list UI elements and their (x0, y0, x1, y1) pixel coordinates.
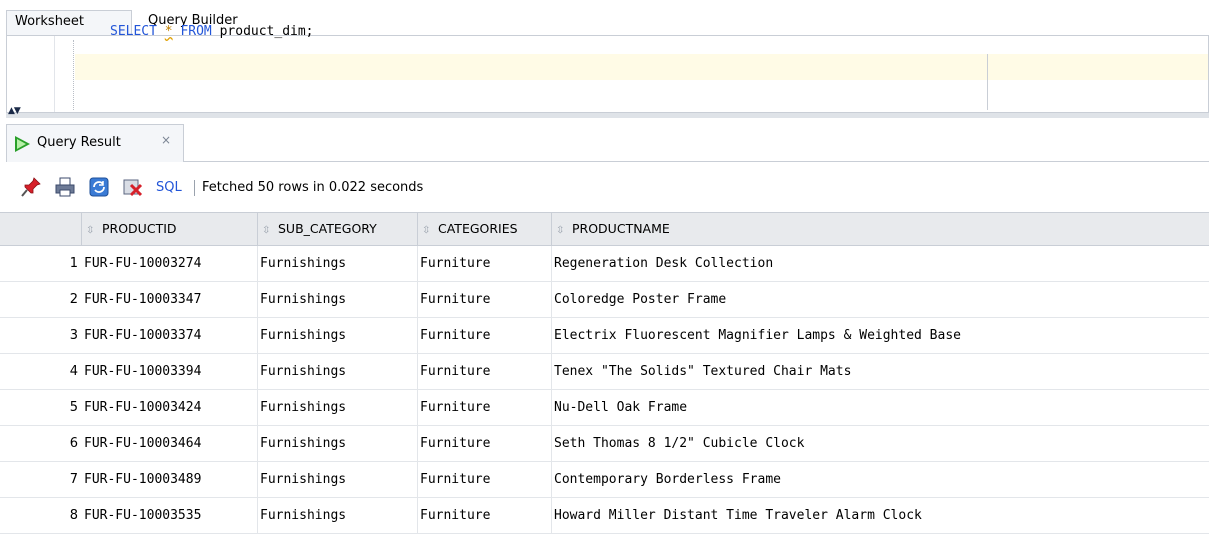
row-number: 3 (69, 328, 78, 343)
grid-header: ⇳ PRODUCTID ⇳ SUB_CATEGORY ⇳ CATEGORIES ⇳ PR… (0, 212, 1209, 246)
close-icon[interactable]: × (161, 133, 171, 147)
cell-productname[interactable]: Tenex "The Solids" Textured Chair Mats (552, 354, 1209, 390)
row-number-header (0, 213, 82, 246)
cell-productid[interactable]: FUR-FU-10003535 (82, 498, 258, 534)
column-header-productid[interactable]: ⇳ PRODUCTID (82, 213, 258, 246)
cell-sub-category[interactable]: Furnishings (258, 354, 418, 390)
toolbar-separator (194, 180, 195, 196)
fetch-status: Fetched 50 rows in 0.022 seconds (202, 180, 424, 195)
cell-sub-category[interactable]: Furnishings (258, 498, 418, 534)
table-row[interactable]: 6 FUR-FU-10003464 Furnishings Furniture Seth… (0, 426, 1209, 462)
row-number: 8 (69, 508, 78, 523)
row-number: 4 (69, 364, 78, 379)
column-header-sub-category[interactable]: ⇳ SUB_CATEGORY (258, 213, 418, 246)
cell-productname[interactable]: Howard Miller Distant Time Traveler Alar… (552, 498, 1209, 534)
table-row[interactable]: 1 FUR-FU-10003274 Furnishings Furniture Rege… (0, 246, 1209, 282)
sort-icon: ⇳ (556, 225, 565, 236)
cell-sub-category[interactable]: Furnishings (258, 426, 418, 462)
sql-keyword-from: FROM (180, 24, 212, 39)
panel-splitter[interactable] (6, 113, 1209, 118)
cell-productid[interactable]: FUR-FU-10003464 (82, 426, 258, 462)
table-row[interactable]: 2 FUR-FU-10003347 Furnishings Furniture Colo… (0, 282, 1209, 318)
cell-productname[interactable]: Electrix Fluorescent Magnifier Lamps & W… (552, 318, 1209, 354)
row-number: 5 (69, 400, 78, 415)
row-number: 6 (69, 436, 78, 451)
cell-categories[interactable]: Furniture (418, 246, 552, 282)
cell-sub-category[interactable]: Furnishings (258, 246, 418, 282)
result-tab-label: Query Result (37, 135, 121, 150)
sql-statement[interactable]: SELECT * FROM product_dim; (110, 24, 314, 39)
current-line-highlight (75, 54, 1208, 80)
sql-link[interactable]: SQL (156, 180, 182, 195)
cell-productname[interactable]: Nu-Dell Oak Frame (552, 390, 1209, 426)
print-icon[interactable] (54, 176, 76, 198)
column-header-categories[interactable]: ⇳ CATEGORIES (418, 213, 552, 246)
fold-guide (73, 40, 74, 110)
result-toolbar: SQL Fetched 50 rows in 0.022 seconds (6, 168, 1209, 208)
sql-keyword-select: SELECT (110, 24, 157, 39)
sql-table-name: product_dim; (219, 24, 314, 39)
result-grid[interactable]: ⇳ PRODUCTID ⇳ SUB_CATEGORY ⇳ CATEGORIES ⇳ PR… (0, 212, 1209, 534)
cell-categories[interactable]: Furniture (418, 390, 552, 426)
cell-productid[interactable]: FUR-FU-10003347 (82, 282, 258, 318)
cell-sub-category[interactable]: Furnishings (258, 282, 418, 318)
row-number: 7 (69, 472, 78, 487)
cell-categories[interactable]: Furniture (418, 318, 552, 354)
cell-productid[interactable]: FUR-FU-10003274 (82, 246, 258, 282)
cell-productname[interactable]: Contemporary Borderless Frame (552, 462, 1209, 498)
tab-query-result[interactable]: Query Result × (6, 124, 184, 162)
cell-productname[interactable]: Regeneration Desk Collection (552, 246, 1209, 282)
sql-editor[interactable] (6, 35, 1209, 113)
cell-productname[interactable]: Seth Thomas 8 1/2" Cubicle Clock (552, 426, 1209, 462)
splitter-arrows-icon[interactable]: ▲▼ (8, 107, 21, 116)
cell-sub-category[interactable]: Furnishings (258, 462, 418, 498)
column-header-productname[interactable]: ⇳ PRODUCTNAME (552, 213, 1209, 246)
line-gutter (7, 36, 55, 112)
right-margin-line (987, 54, 988, 110)
cell-categories[interactable]: Furniture (418, 462, 552, 498)
cell-productid[interactable]: FUR-FU-10003394 (82, 354, 258, 390)
cell-categories[interactable]: Furniture (418, 498, 552, 534)
cancel-fetch-icon[interactable] (122, 176, 144, 198)
cell-productname[interactable]: Coloredge Poster Frame (552, 282, 1209, 318)
table-row[interactable]: 8 FUR-FU-10003535 Furnishings Furniture Howa… (0, 498, 1209, 534)
cell-sub-category[interactable]: Furnishings (258, 390, 418, 426)
cell-productid[interactable]: FUR-FU-10003424 (82, 390, 258, 426)
pin-icon[interactable] (20, 176, 42, 198)
cell-productid[interactable]: FUR-FU-10003374 (82, 318, 258, 354)
row-number: 1 (69, 256, 78, 271)
row-number: 2 (69, 292, 78, 307)
table-row[interactable]: 7 FUR-FU-10003489 Furnishings Furniture Cont… (0, 462, 1209, 498)
table-row[interactable]: 5 FUR-FU-10003424 Furnishings Furniture Nu-D… (0, 390, 1209, 426)
sort-icon: ⇳ (422, 225, 431, 236)
sql-star-warning: * (164, 24, 173, 39)
cell-categories[interactable]: Furniture (418, 426, 552, 462)
cell-sub-category[interactable]: Furnishings (258, 318, 418, 354)
sort-icon: ⇳ (86, 225, 95, 236)
table-row[interactable]: 3 FUR-FU-10003374 Furnishings Furniture Elec… (0, 318, 1209, 354)
cell-productid[interactable]: FUR-FU-10003489 (82, 462, 258, 498)
table-row[interactable]: 4 FUR-FU-10003394 Furnishings Furniture Tene… (0, 354, 1209, 390)
sort-icon: ⇳ (262, 225, 271, 236)
grid-body: 1 FUR-FU-10003274 Furnishings Furniture Rege… (0, 246, 1209, 534)
run-icon (15, 136, 30, 152)
refresh-icon[interactable] (88, 176, 110, 198)
cell-categories[interactable]: Furniture (418, 354, 552, 390)
cell-categories[interactable]: Furniture (418, 282, 552, 318)
result-tab-bar: Query Result × (6, 124, 1209, 162)
